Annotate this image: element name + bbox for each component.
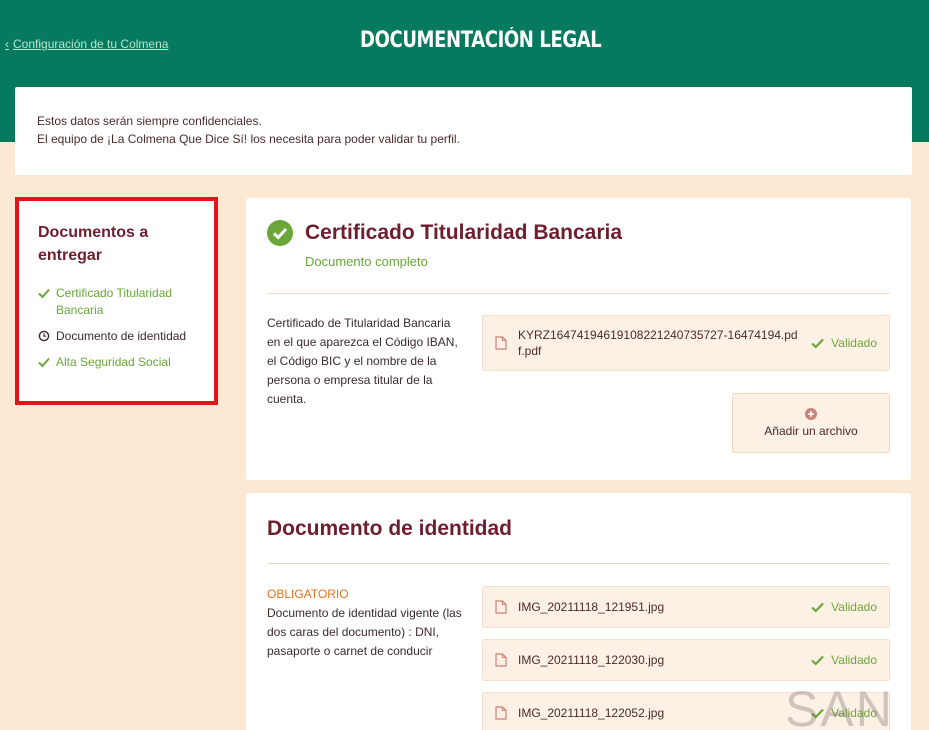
sidebar-item-bank-certificate[interactable]: Certificado Titularidad Bancaria bbox=[38, 285, 195, 319]
file-name: IMG_20211118_121951.jpg bbox=[518, 600, 665, 614]
check-icon bbox=[811, 602, 824, 613]
notice-line-2: El equipo de ¡La Colmena Que Dice Sí! lo… bbox=[37, 132, 460, 146]
divider bbox=[267, 563, 890, 564]
divider bbox=[267, 293, 890, 294]
sidebar-item-social-security[interactable]: Alta Seguridad Social bbox=[38, 354, 195, 371]
check-icon bbox=[811, 338, 824, 349]
document-icon bbox=[495, 706, 507, 720]
status-label: Validado bbox=[831, 653, 877, 667]
required-label: OBLIGATORIO bbox=[267, 587, 349, 601]
bank-certificate-card: Certificado Titularidad Bancaria Documen… bbox=[246, 198, 911, 480]
sidebar-item-label: Documento de identidad bbox=[56, 329, 187, 343]
completion-status: Documento completo bbox=[305, 254, 428, 269]
document-icon bbox=[495, 336, 507, 350]
check-icon bbox=[38, 288, 50, 299]
plus-circle-icon bbox=[805, 408, 817, 420]
status-label: Validado bbox=[831, 600, 877, 614]
clock-icon bbox=[38, 330, 50, 342]
watermark-text: SAN bbox=[785, 681, 894, 730]
notice-line-1: Estos datos serán siempre confidenciales… bbox=[37, 114, 262, 128]
uploaded-file[interactable]: IMG_20211118_122030.jpg Validado bbox=[482, 639, 890, 681]
file-name: IMG_20211118_122030.jpg bbox=[518, 653, 665, 667]
document-icon bbox=[495, 600, 507, 614]
sidebar-item-identity-document[interactable]: Documento de identidad bbox=[38, 328, 195, 345]
back-link-label: Configuración de tu Colmena bbox=[13, 37, 169, 51]
identity-document-description: OBLIGATORIO Documento de identidad vigen… bbox=[267, 585, 462, 661]
file-name: IMG_20211118_122052.jpg bbox=[518, 706, 665, 720]
back-link[interactable]: ‹ Configuración de tu Colmena bbox=[5, 37, 168, 51]
bank-certificate-description: Certificado de Titularidad Bancaria en e… bbox=[267, 316, 458, 406]
uploaded-file[interactable]: KYRZ16474194619108221240735727-16474194.… bbox=[482, 315, 890, 371]
check-icon bbox=[38, 357, 50, 368]
check-circle-icon bbox=[267, 220, 293, 246]
validated-status: Validado bbox=[811, 653, 877, 667]
bank-certificate-title: Certificado Titularidad Bancaria bbox=[305, 221, 623, 244]
identity-document-title: Documento de identidad bbox=[267, 517, 513, 540]
description-text: Documento de identidad vigente (las dos … bbox=[267, 606, 462, 658]
chevron-left-icon: ‹ bbox=[5, 37, 9, 51]
documents-sidebar: Documentos a entregar Certificado Titula… bbox=[15, 197, 218, 405]
uploaded-file[interactable]: IMG_20211118_121951.jpg Validado bbox=[482, 586, 890, 628]
validated-status: Validado bbox=[811, 600, 877, 614]
sidebar-item-label: Certificado Titularidad Bancaria bbox=[56, 286, 173, 317]
page-title: DOCUMENTACIÓN LEGAL bbox=[360, 28, 602, 53]
file-name: KYRZ16474194619108221240735727-16474194.… bbox=[518, 328, 798, 358]
status-label: Validado bbox=[831, 336, 877, 350]
check-icon bbox=[811, 655, 824, 666]
add-file-label: Añadir un archivo bbox=[764, 424, 858, 438]
sidebar-item-label: Alta Seguridad Social bbox=[56, 355, 171, 369]
validated-status: Validado bbox=[811, 336, 877, 350]
add-file-button[interactable]: Añadir un archivo bbox=[732, 393, 890, 453]
document-icon bbox=[495, 653, 507, 667]
confidentiality-notice: Estos datos serán siempre confidenciales… bbox=[15, 87, 912, 175]
sidebar-title: Documentos a entregar bbox=[38, 224, 149, 264]
